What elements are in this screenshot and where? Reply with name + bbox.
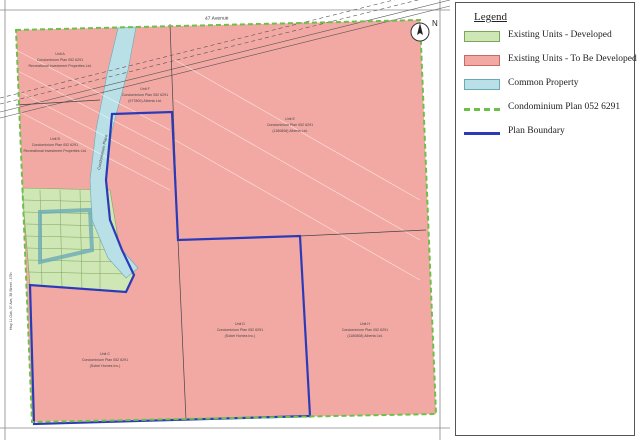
legend-item-condominium-plan: Condominium Plan 052 6291 (464, 101, 632, 117)
common-property-swatch (464, 79, 500, 90)
svg-text:Condominium Plan 052 6291: Condominium Plan 052 6291 (217, 328, 263, 332)
svg-text:Condominium Plan 052 6291: Condominium Plan 052 6291 (267, 123, 313, 127)
svg-text:Condominium Plan 052 6291: Condominium Plan 052 6291 (37, 58, 83, 62)
svg-text:Condominium Plan 052 6291: Condominium Plan 052 6291 (82, 358, 128, 362)
condominium-plan-swatch (464, 108, 500, 111)
side-road-label: Hwy 11 Oak, 37 Ave, 38 Street - 47th (9, 272, 13, 330)
svg-text:Condominium Plan 052 6291: Condominium Plan 052 6291 (122, 93, 168, 97)
svg-text:(1180808) Alberta Ltd.: (1180808) Alberta Ltd. (347, 334, 382, 338)
svg-text:(Sobel Homes Inc.): (Sobel Homes Inc.) (225, 334, 256, 338)
svg-text:Unit H: Unit H (360, 322, 370, 326)
svg-text:Unit D: Unit D (235, 322, 245, 326)
plan-boundary-swatch (464, 132, 500, 135)
legend-item-common-property: Common Property (464, 77, 632, 93)
legend-panel: Legend Existing Units - Developed Existi… (455, 2, 637, 436)
developed-swatch (464, 31, 500, 42)
svg-text:Unit F: Unit F (140, 87, 150, 91)
svg-text:(977800) Alberta Ltd.: (977800) Alberta Ltd. (128, 99, 162, 103)
svg-text:Unit C: Unit C (100, 352, 110, 356)
legend-item-developed: Existing Units - Developed (464, 29, 632, 45)
svg-text:Condominium Plan 052 6291: Condominium Plan 052 6291 (32, 143, 78, 147)
svg-text:Recreational Investment Proper: Recreational Investment Properties Ltd. (23, 149, 86, 153)
svg-text:Unit E: Unit E (285, 117, 295, 121)
svg-text:Recreational Investment Proper: Recreational Investment Properties Ltd. (28, 64, 91, 68)
legend-item-to-be-developed: Existing Units - To Be Developed (464, 53, 637, 69)
svg-text:(Sobel Homes Inc.): (Sobel Homes Inc.) (90, 364, 121, 368)
svg-text:Unit A: Unit A (55, 52, 65, 56)
svg-text:Condominium Plan 052 6291: Condominium Plan 052 6291 (342, 328, 388, 332)
site-plan-map: 47 Avenue Hwy 11 Oak, 37 Ave, 38 Street … (0, 0, 450, 440)
to-be-developed-swatch (464, 55, 500, 66)
road-label: 47 Avenue (205, 15, 229, 22)
svg-text:Unit B: Unit B (50, 137, 60, 141)
svg-text:N: N (432, 19, 438, 28)
legend-title: Legend (474, 11, 507, 23)
legend-item-plan-boundary: Plan Boundary (464, 125, 632, 141)
svg-text:(1180808) Alberta Ltd.: (1180808) Alberta Ltd. (272, 129, 307, 133)
